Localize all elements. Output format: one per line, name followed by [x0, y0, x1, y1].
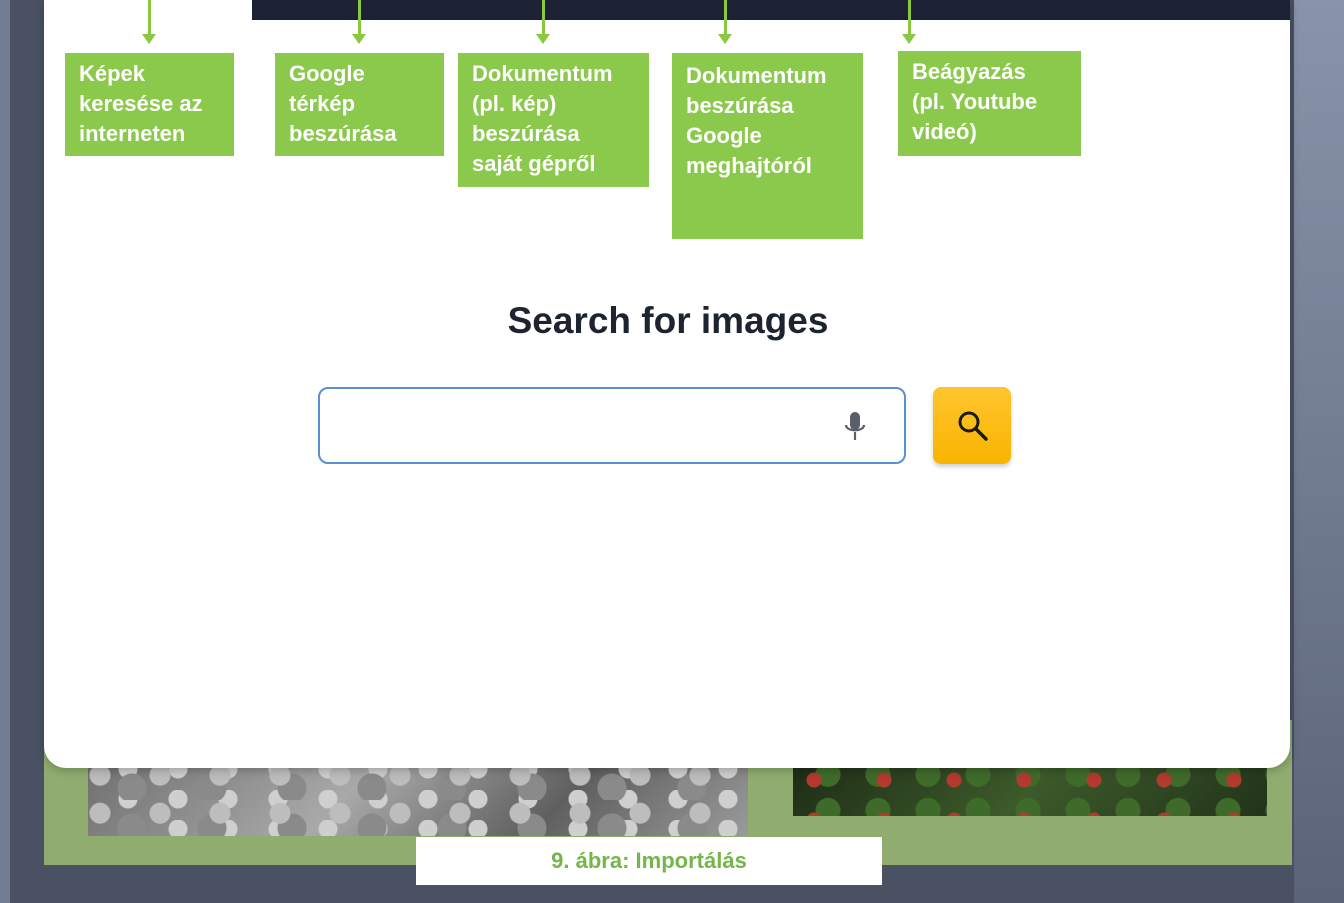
search-input[interactable]	[336, 403, 830, 450]
backdrop-left	[0, 0, 10, 903]
arrow-callout-2	[352, 0, 366, 44]
arrow-callout-1	[142, 0, 156, 44]
search-button[interactable]	[933, 387, 1011, 464]
backdrop-right	[1294, 0, 1344, 903]
background-photo-rocks	[88, 760, 748, 836]
dialog-tab-bar	[252, 0, 1290, 20]
search-input-box[interactable]	[318, 387, 906, 464]
arrow-callout-5	[902, 0, 916, 44]
background-photo-plants	[793, 760, 1267, 816]
search-icon	[958, 411, 988, 441]
figure-caption: 9. ábra: Importálás	[416, 837, 882, 885]
callout-insert-google-map: Google térkép beszúrása	[275, 53, 444, 156]
arrow-callout-3	[536, 0, 550, 44]
microphone-icon[interactable]	[842, 410, 868, 444]
arrow-callout-4	[718, 0, 732, 44]
callout-search-web-images: Képek keresése az interneten	[65, 53, 234, 156]
callout-embed: Beágyazás (pl. Youtube videó)	[898, 51, 1081, 156]
callout-insert-from-google-drive: Dokumentum beszúrása Google meghajtóról	[672, 53, 863, 239]
search-title: Search for images	[507, 300, 829, 341]
callout-upload-from-computer: Dokumentum (pl. kép) beszúrása saját gép…	[458, 53, 649, 187]
